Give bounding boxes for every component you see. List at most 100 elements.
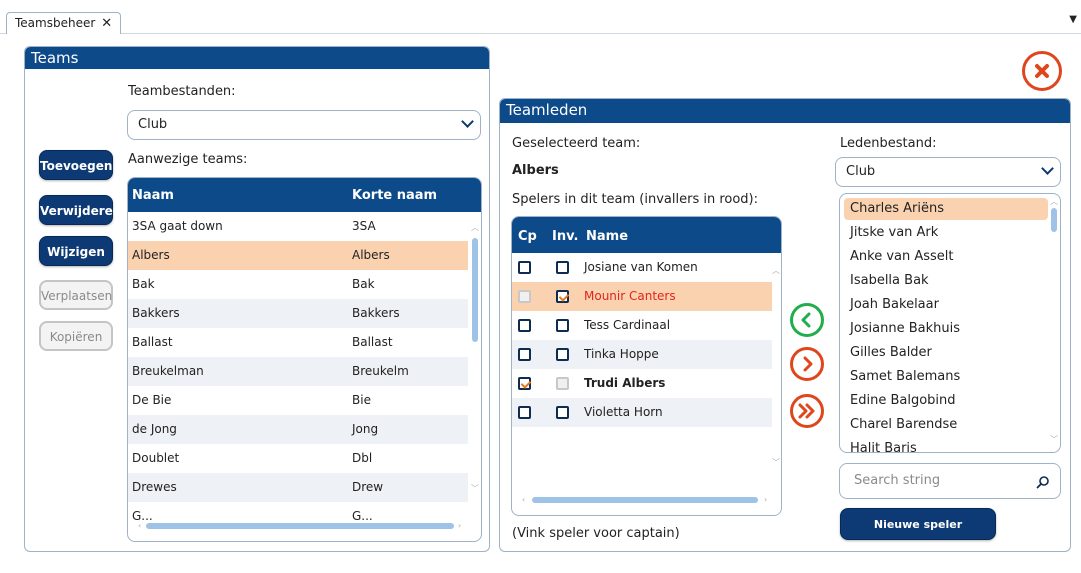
list-item[interactable]: Samet Balemans	[844, 366, 960, 388]
table-row[interactable]: Mounir Canters	[512, 282, 772, 311]
teambestanden-label: Teambestanden:	[128, 84, 236, 99]
players-scroll-down-icon[interactable]: ﹀	[772, 457, 780, 468]
table-row[interactable]: Drewes Drew	[128, 473, 468, 502]
captain-checkbox[interactable]	[518, 377, 531, 390]
chevron-right-icon	[803, 356, 813, 372]
search-icon[interactable]	[1036, 475, 1050, 489]
team-name-cell: Bakkers	[132, 306, 180, 320]
captain-checkbox[interactable]	[518, 348, 531, 361]
table-row[interactable]: Tess Cardinaal	[512, 311, 772, 340]
add-team-button[interactable]: Toevoegen	[39, 150, 113, 180]
members-scroll-up-icon[interactable]: ︿	[1050, 196, 1058, 207]
table-row[interactable]: Josiane van Komen	[512, 253, 772, 282]
team-name-cell: Breukelman	[132, 364, 204, 378]
list-item[interactable]: Gilles Balder	[844, 342, 932, 364]
table-row[interactable]: Tinka Hoppe	[512, 340, 772, 369]
players-horizontal-scrollbar[interactable]	[532, 497, 758, 503]
copy-team-button[interactable]: Kopiëren	[39, 321, 113, 351]
player-name-cell: Violetta Horn	[584, 405, 663, 419]
teambestanden-select[interactable]: Club	[127, 110, 481, 140]
tab-label: Teamsbeheer	[15, 16, 96, 30]
players-table-header: Cp Inv. Name	[512, 217, 781, 253]
list-item[interactable]: Charles Ariëns	[844, 198, 1048, 220]
player-name-cell: Josiane van Komen	[584, 260, 698, 274]
list-item[interactable]: Isabella Bak	[844, 270, 929, 292]
list-item[interactable]: Edine Balgobind	[844, 390, 956, 412]
team-short-name-cell: Bakkers	[352, 306, 400, 320]
scroll-right-icon[interactable]: ›	[458, 521, 461, 530]
remove-from-team-button[interactable]	[790, 347, 824, 381]
team-short-name-cell: Bak	[352, 277, 375, 291]
teams-table: Naam Korte naam 3SA gaat down 3SA Albers Al…	[127, 177, 482, 542]
add-to-team-button[interactable]	[790, 303, 824, 337]
column-naam[interactable]: Naam	[132, 188, 174, 203]
invaller-checkbox[interactable]	[556, 348, 569, 361]
table-row[interactable]: Ballast Ballast	[128, 328, 468, 357]
team-short-name-cell: 3SA	[352, 219, 376, 233]
table-row[interactable]: Albers Albers	[128, 241, 468, 270]
table-row[interactable]: Bak Bak	[128, 270, 468, 299]
delete-team-button[interactable]: Verwijderen	[39, 195, 121, 225]
tab-bar: Teamsbeheer ✕ ▼	[0, 0, 1081, 34]
ledenbestand-value: Club	[846, 164, 876, 179]
move-team-button[interactable]: Verplaatsen	[39, 280, 113, 310]
table-row[interactable]: de Jong Jong	[128, 415, 468, 444]
list-item[interactable]: Josianne Bakhuis	[844, 318, 960, 340]
new-player-button[interactable]: Nieuwe speler toevoegen	[840, 508, 996, 563]
spelers-label: Spelers in dit team (invallers in rood):	[512, 192, 759, 207]
invaller-checkbox[interactable]	[556, 377, 569, 390]
table-row[interactable]: 3SA gaat down 3SA	[128, 212, 468, 241]
invaller-checkbox[interactable]	[556, 261, 569, 274]
teams-vertical-scrollbar[interactable]	[472, 238, 478, 342]
double-chevron-right-icon	[798, 403, 815, 419]
table-row[interactable]: Doublet Dbl	[128, 444, 468, 473]
players-scroll-up-icon[interactable]: ︿	[772, 265, 780, 276]
players-scroll-left-icon[interactable]: ‹	[522, 495, 525, 504]
chevron-down-icon	[1041, 162, 1054, 175]
captain-checkbox[interactable]	[518, 261, 531, 274]
members-vertical-scrollbar[interactable]	[1051, 208, 1057, 232]
close-button[interactable]	[1022, 51, 1062, 91]
list-item[interactable]: Halit Baris	[844, 438, 917, 452]
teams-horizontal-scrollbar[interactable]	[146, 523, 454, 529]
list-item[interactable]: Anke van Asselt	[844, 246, 954, 268]
table-row[interactable]: Trudi Albers	[512, 369, 772, 398]
chevron-left-icon	[801, 312, 811, 328]
scroll-up-icon[interactable]: ︿	[471, 222, 479, 233]
member-search-input[interactable]: Search string	[839, 463, 1061, 499]
players-table: Cp Inv. Name Josiane van Komen Mounir Can…	[511, 216, 782, 516]
invaller-checkbox[interactable]	[556, 319, 569, 332]
table-row[interactable]: Violetta Horn	[512, 398, 772, 427]
scroll-left-icon[interactable]: ‹	[138, 521, 141, 530]
tab-menu-icon[interactable]: ▼	[1069, 14, 1077, 25]
close-tab-icon[interactable]: ✕	[101, 16, 112, 31]
column-korte-naam[interactable]: Korte naam	[352, 188, 437, 203]
tab-teamsbeheer[interactable]: Teamsbeheer ✕	[6, 12, 122, 34]
list-item[interactable]: Jitske van Ark	[844, 222, 938, 244]
invaller-checkbox[interactable]	[556, 290, 569, 303]
scroll-down-icon[interactable]: ﹀	[471, 483, 479, 494]
captain-checkbox[interactable]	[518, 406, 531, 419]
table-row[interactable]: Breukelman Breukelm	[128, 357, 468, 386]
table-row[interactable]: Bakkers Bakkers	[128, 299, 468, 328]
edit-team-button[interactable]: Wijzigen	[39, 236, 113, 266]
players-scroll-right-icon[interactable]: ›	[764, 495, 767, 504]
ledenbestand-select[interactable]: Club	[835, 157, 1061, 187]
column-name[interactable]: Name	[586, 229, 628, 244]
table-row[interactable]: De Bie Bie	[128, 386, 468, 415]
list-item[interactable]: Charel Barendse	[844, 414, 957, 436]
team-short-name-cell: Ballast	[352, 335, 393, 349]
invaller-checkbox[interactable]	[556, 406, 569, 419]
team-name-cell: Ballast	[132, 335, 173, 349]
list-item[interactable]: Joah Bakelaar	[844, 294, 939, 316]
members-scroll-down-icon[interactable]: ﹀	[1050, 434, 1058, 445]
team-short-name-cell: Drew	[352, 480, 384, 494]
column-cp[interactable]: Cp	[518, 229, 537, 244]
team-name-cell: Bak	[132, 277, 155, 291]
player-name-cell: Mounir Canters	[584, 289, 676, 303]
captain-checkbox[interactable]	[518, 290, 531, 303]
remove-all-from-team-button[interactable]	[790, 394, 824, 428]
player-name-cell: Trudi Albers	[584, 376, 666, 390]
captain-checkbox[interactable]	[518, 319, 531, 332]
column-inv[interactable]: Inv.	[552, 229, 578, 244]
